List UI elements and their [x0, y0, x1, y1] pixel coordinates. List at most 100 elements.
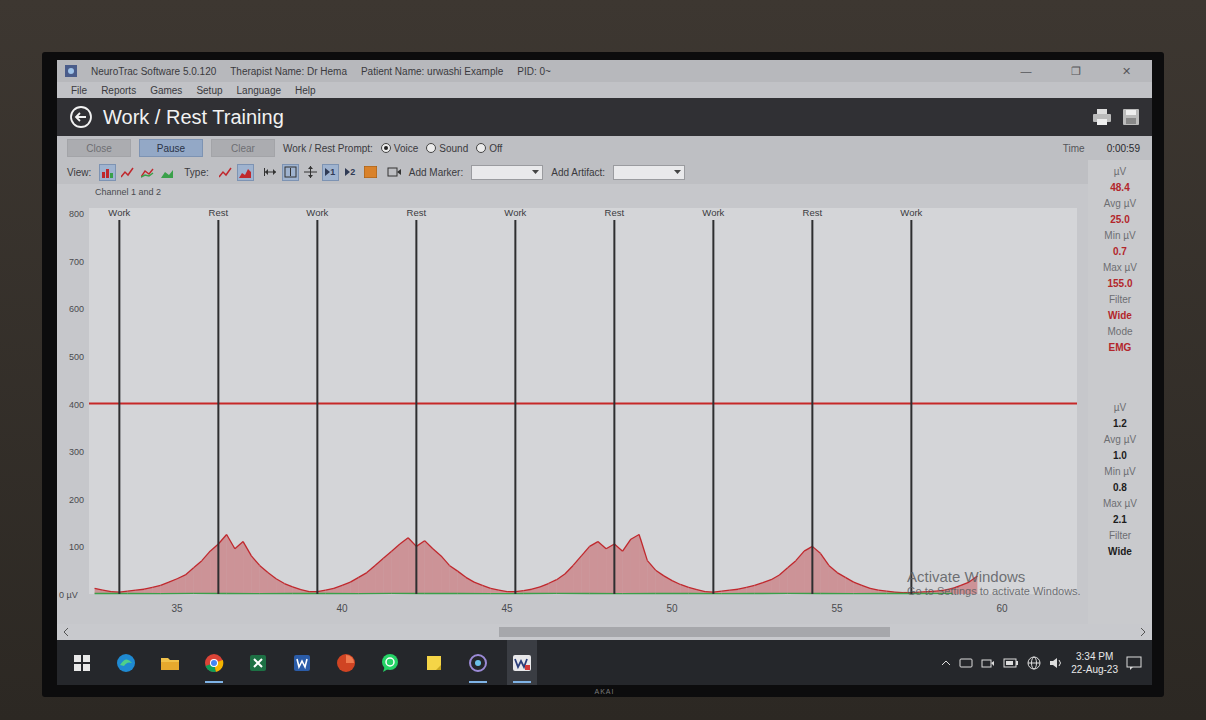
taskbar-app[interactable] — [155, 640, 185, 685]
taskbar-app[interactable] — [331, 640, 361, 685]
window-control[interactable]: ✕ — [1108, 65, 1144, 78]
radio-dot[interactable] — [476, 143, 486, 153]
prompt-option[interactable]: Voice — [381, 143, 418, 154]
series-segment — [177, 575, 185, 594]
series-segment — [227, 534, 235, 594]
save-icon[interactable] — [1122, 108, 1140, 126]
view-mode-button[interactable] — [139, 164, 156, 181]
menu-item[interactable]: File — [71, 85, 87, 96]
y-tick: 600 — [69, 304, 84, 314]
menu-bar: File Reports Games Setup Language Help — [57, 82, 1152, 98]
start-button[interactable] — [67, 640, 97, 685]
series-segment — [953, 585, 961, 594]
scroll-thumb[interactable] — [499, 627, 891, 637]
radio-dot[interactable] — [381, 143, 391, 153]
x-tick: 40 — [337, 603, 349, 614]
view-mode-button[interactable] — [99, 164, 116, 181]
type-button[interactable] — [237, 164, 254, 181]
artifact-select[interactable] — [613, 165, 685, 180]
prompt-label: Work / Rest Prompt: — [283, 143, 373, 154]
svg-text:Work: Work — [702, 207, 724, 218]
overlay-view-icon — [141, 166, 154, 178]
series-segment — [581, 546, 589, 594]
back-arrow-icon[interactable] — [69, 105, 93, 129]
menu-item[interactable]: Setup — [196, 85, 222, 96]
series-segment — [722, 593, 755, 594]
chevron-right-icon[interactable] — [1140, 628, 1146, 636]
chevron-left-icon[interactable] — [63, 628, 69, 636]
prompt-option[interactable]: Off — [476, 143, 502, 154]
tool-button[interactable]: 2 — [342, 164, 359, 181]
meet-now-icon[interactable] — [959, 657, 973, 669]
tool-button[interactable]: 1 — [322, 164, 339, 181]
watermark-subtitle: Go to Settings to activate Windows. — [907, 585, 1081, 597]
series-segment — [887, 593, 920, 594]
taskbar-app[interactable] — [463, 640, 493, 685]
camera-icon[interactable] — [981, 657, 995, 669]
prompt-option[interactable]: Sound — [426, 143, 468, 154]
radio-dot[interactable] — [426, 143, 436, 153]
globe-icon[interactable] — [1027, 656, 1041, 670]
tool-button[interactable] — [362, 164, 379, 181]
window-control[interactable]: — — [1008, 65, 1044, 77]
chart-title: Channel 1 and 2 — [57, 184, 1088, 200]
series-segment — [152, 585, 160, 594]
taskbar-app[interactable] — [199, 640, 229, 685]
speaker-icon[interactable] — [1049, 657, 1063, 669]
view-mode-button[interactable] — [159, 164, 176, 181]
menu-item[interactable]: Language — [237, 85, 282, 96]
taskbar-app[interactable] — [419, 640, 449, 685]
line-view-icon — [121, 166, 134, 178]
menu-item[interactable]: Reports — [101, 85, 136, 96]
caret-up-icon[interactable] — [941, 660, 951, 666]
type-button[interactable] — [217, 164, 234, 181]
excel-icon — [247, 652, 269, 674]
series-segment — [623, 593, 656, 594]
x-tick: 55 — [832, 603, 844, 614]
type-label: Type: — [184, 167, 208, 178]
horizontal-scrollbar[interactable] — [57, 624, 1152, 640]
series-segment — [251, 556, 259, 594]
session-button[interactable]: Close — [67, 139, 131, 157]
window-control[interactable]: ❐ — [1058, 65, 1094, 78]
taskbar-app[interactable] — [111, 640, 141, 685]
series-segment — [672, 581, 680, 594]
taskbar-app[interactable] — [375, 640, 405, 685]
view-label: View: — [67, 167, 91, 178]
clock-date: 22-Aug-23 — [1071, 663, 1118, 676]
threshold-line[interactable] — [89, 403, 1077, 405]
battery-icon[interactable] — [1003, 658, 1019, 668]
stat-value: Wide — [1108, 308, 1132, 324]
clock[interactable]: 3:34 PM22-Aug-23 — [1071, 650, 1118, 676]
taskbar-app[interactable] — [507, 640, 537, 685]
series-segment — [862, 585, 870, 594]
series-segment — [161, 582, 169, 594]
menu-item[interactable]: Help — [295, 85, 316, 96]
fit-width-icon — [264, 166, 277, 178]
y-tick: 0 µV — [59, 590, 78, 600]
svg-text:Rest: Rest — [605, 207, 625, 218]
scroll-track[interactable] — [75, 627, 1134, 637]
series-segment — [466, 577, 474, 594]
tool-button[interactable] — [262, 164, 279, 181]
marker-select[interactable] — [471, 165, 543, 180]
screen: NeuroTrac Software 5.0.120Therapist Name… — [57, 60, 1152, 685]
watermark-title: Activate Windows — [907, 568, 1081, 585]
tool-button[interactable] — [302, 164, 319, 181]
view-mode-button[interactable] — [119, 164, 136, 181]
y-tick: 500 — [69, 352, 84, 362]
taskbar-app[interactable] — [243, 640, 273, 685]
series-segment — [755, 583, 763, 594]
time-label: Time — [1063, 143, 1085, 154]
session-button[interactable]: Clear — [211, 139, 275, 157]
menu-item[interactable]: Games — [150, 85, 182, 96]
session-button[interactable]: Pause — [139, 139, 203, 157]
taskbar-app[interactable] — [287, 640, 317, 685]
printer-icon[interactable] — [1092, 108, 1112, 126]
tool-button[interactable] — [282, 164, 299, 181]
series-segment — [590, 593, 623, 594]
series-segment — [268, 573, 276, 594]
marker-icon[interactable] — [387, 166, 401, 178]
notification-icon[interactable] — [1126, 656, 1142, 670]
y-tick: 700 — [69, 257, 84, 267]
